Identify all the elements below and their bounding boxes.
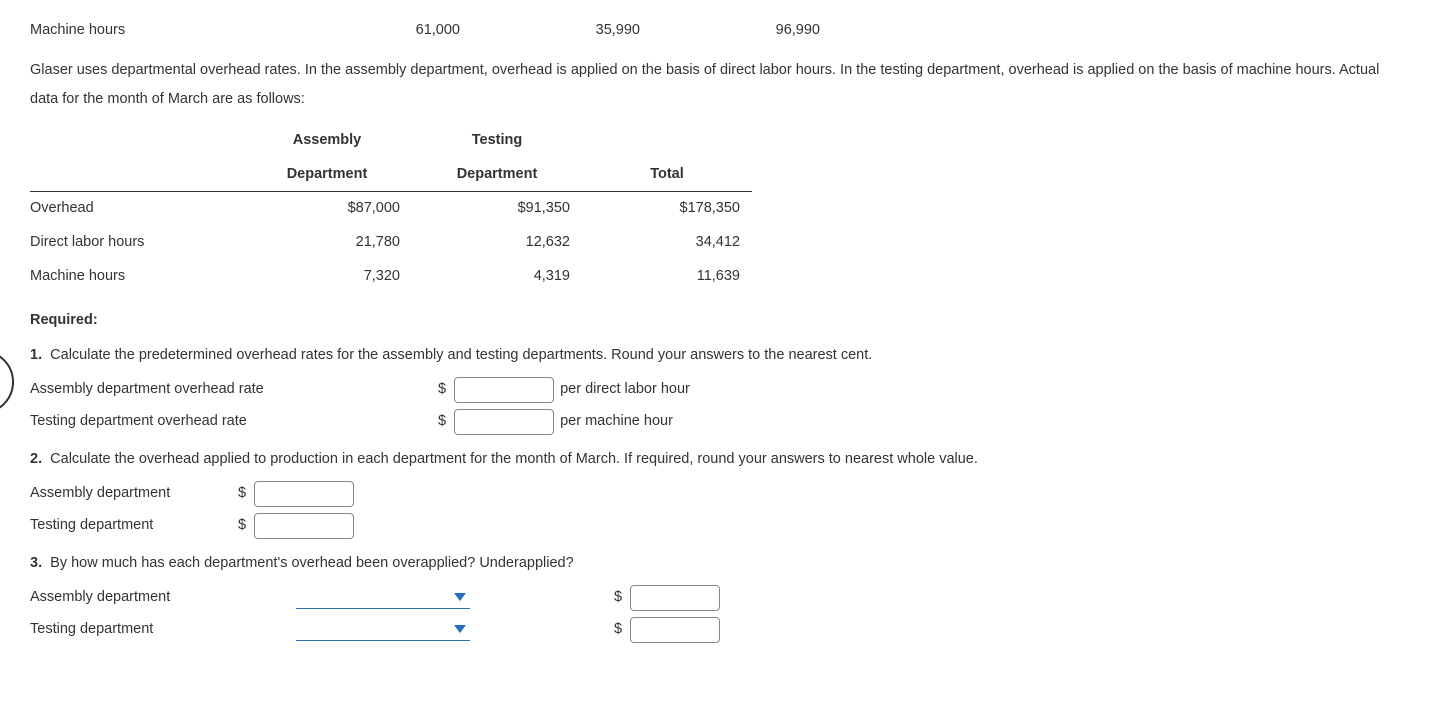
q3-text: 3. By how much has each department's ove… (30, 553, 1401, 575)
table-row: Machine hours 7,320 4,319 11,639 (30, 260, 752, 294)
top-c1: 61,000 (310, 20, 460, 42)
dollar-sign: $ (612, 587, 624, 609)
row-c1: 7,320 (242, 260, 412, 294)
chevron-down-icon (454, 625, 466, 633)
q3-assembly-input[interactable] (630, 585, 720, 611)
row-c1: 21,780 (242, 226, 412, 260)
q1-body: Calculate the predetermined overhead rat… (50, 347, 872, 363)
hdr-testing-2: Department (412, 158, 582, 192)
q3-assembly-dropdown[interactable] (296, 586, 470, 609)
required-heading: Required: (30, 310, 1401, 332)
dollar-sign: $ (436, 411, 448, 433)
intro-paragraph: Glaser uses departmental overhead rates.… (30, 56, 1401, 114)
q3-body: By how much has each department's overhe… (50, 555, 574, 571)
row-c3: $178,350 (582, 192, 752, 226)
row-c3: 34,412 (582, 226, 752, 260)
q1-testing-label: Testing department overhead rate (30, 411, 430, 433)
hdr-assembly-2: Department (242, 158, 412, 192)
row-label: Direct labor hours (30, 226, 242, 260)
q1-assembly-input[interactable] (454, 377, 554, 403)
table-row: Direct labor hours 21,780 12,632 34,412 (30, 226, 752, 260)
row-c2: $91,350 (412, 192, 582, 226)
q2-assembly-label: Assembly department (30, 483, 230, 505)
q1-testing-input[interactable] (454, 409, 554, 435)
q2-num: 2. (30, 451, 42, 467)
actual-data-table: Assembly Testing Department Department T… (30, 124, 752, 294)
dollar-sign: $ (436, 379, 448, 401)
hdr-assembly-1: Assembly (242, 124, 412, 158)
q3-testing-dropdown[interactable] (296, 618, 470, 641)
q3-assembly-label: Assembly department (30, 587, 290, 609)
q3-row-assembly: Assembly department $ (30, 585, 1401, 611)
q1-row-testing: Testing department overhead rate $ per m… (30, 409, 1401, 435)
q1-assembly-unit: per direct labor hour (560, 379, 690, 401)
decorative-arc (0, 350, 14, 414)
q1-row-assembly: Assembly department overhead rate $ per … (30, 377, 1401, 403)
q2-body: Calculate the overhead applied to produc… (50, 451, 978, 467)
q2-assembly-input[interactable] (254, 481, 354, 507)
row-c3: 11,639 (582, 260, 752, 294)
q1-testing-unit: per machine hour (560, 411, 673, 433)
q3-num: 3. (30, 555, 42, 571)
q3-row-testing: Testing department $ (30, 617, 1401, 643)
table-row: Overhead $87,000 $91,350 $178,350 (30, 192, 752, 226)
q1-text: 1. Calculate the predetermined overhead … (30, 345, 1401, 367)
dollar-sign: $ (236, 483, 248, 505)
dollar-sign: $ (236, 515, 248, 537)
q1-num: 1. (30, 347, 42, 363)
q2-testing-input[interactable] (254, 513, 354, 539)
q2-testing-label: Testing department (30, 515, 230, 537)
hdr-total: Total (582, 158, 752, 192)
dollar-sign: $ (612, 619, 624, 641)
row-label: Machine hours (30, 260, 242, 294)
row-c2: 4,319 (412, 260, 582, 294)
chevron-down-icon (454, 593, 466, 601)
row-label: Overhead (30, 192, 242, 226)
q2-row-assembly: Assembly department $ (30, 481, 1401, 507)
top-c2: 35,990 (490, 20, 640, 42)
q1-assembly-label: Assembly department overhead rate (30, 379, 430, 401)
q3-testing-label: Testing department (30, 619, 290, 641)
top-c3: 96,990 (670, 20, 820, 42)
row-c1: $87,000 (242, 192, 412, 226)
hdr-testing-1: Testing (412, 124, 582, 158)
top-label: Machine hours (30, 20, 280, 42)
q2-text: 2. Calculate the overhead applied to pro… (30, 449, 1401, 471)
row-c2: 12,632 (412, 226, 582, 260)
q2-row-testing: Testing department $ (30, 513, 1401, 539)
q3-testing-input[interactable] (630, 617, 720, 643)
top-data-row: Machine hours 61,000 35,990 96,990 (30, 20, 1401, 42)
